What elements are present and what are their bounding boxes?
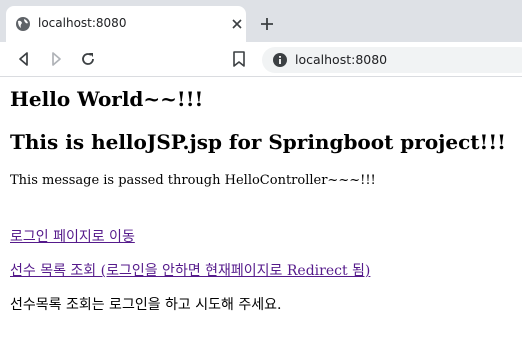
login-page-link[interactable]: 로그인 페이지로 이동 [10,228,520,246]
tab-title: localhost:8080 [38,16,127,30]
bookmark-icon[interactable] [231,50,247,68]
reload-icon[interactable] [80,51,96,67]
close-icon[interactable] [230,17,244,31]
controller-message: This message is passed through HelloCont… [10,173,376,188]
page-content: Hello World~~!!! This is helloJSP.jsp fo… [10,77,520,314]
url-text[interactable]: localhost:8080 [295,52,387,67]
browser-tab-strip: localhost:8080 [0,0,522,42]
login-notice: 선수목록 조회는 로그인을 하고 시도해 주세요. [10,297,282,313]
page-heading: Hello World~~!!! [10,87,204,111]
player-list-link[interactable]: 선수 목록 조회 (로그인을 안하면 현재페이지로 Redirect 됨) [10,262,520,280]
plus-icon[interactable] [259,16,275,32]
browser-tab[interactable]: localhost:8080 [6,6,246,42]
info-icon[interactable] [272,52,288,68]
forward-arrow-icon[interactable] [48,51,64,67]
globe-icon [16,17,30,31]
page-subheading: This is helloJSP.jsp for Springboot proj… [10,130,506,154]
back-arrow-icon[interactable] [16,51,32,67]
browser-toolbar: localhost:8080 [0,42,522,77]
address-bar[interactable]: localhost:8080 [262,47,522,73]
